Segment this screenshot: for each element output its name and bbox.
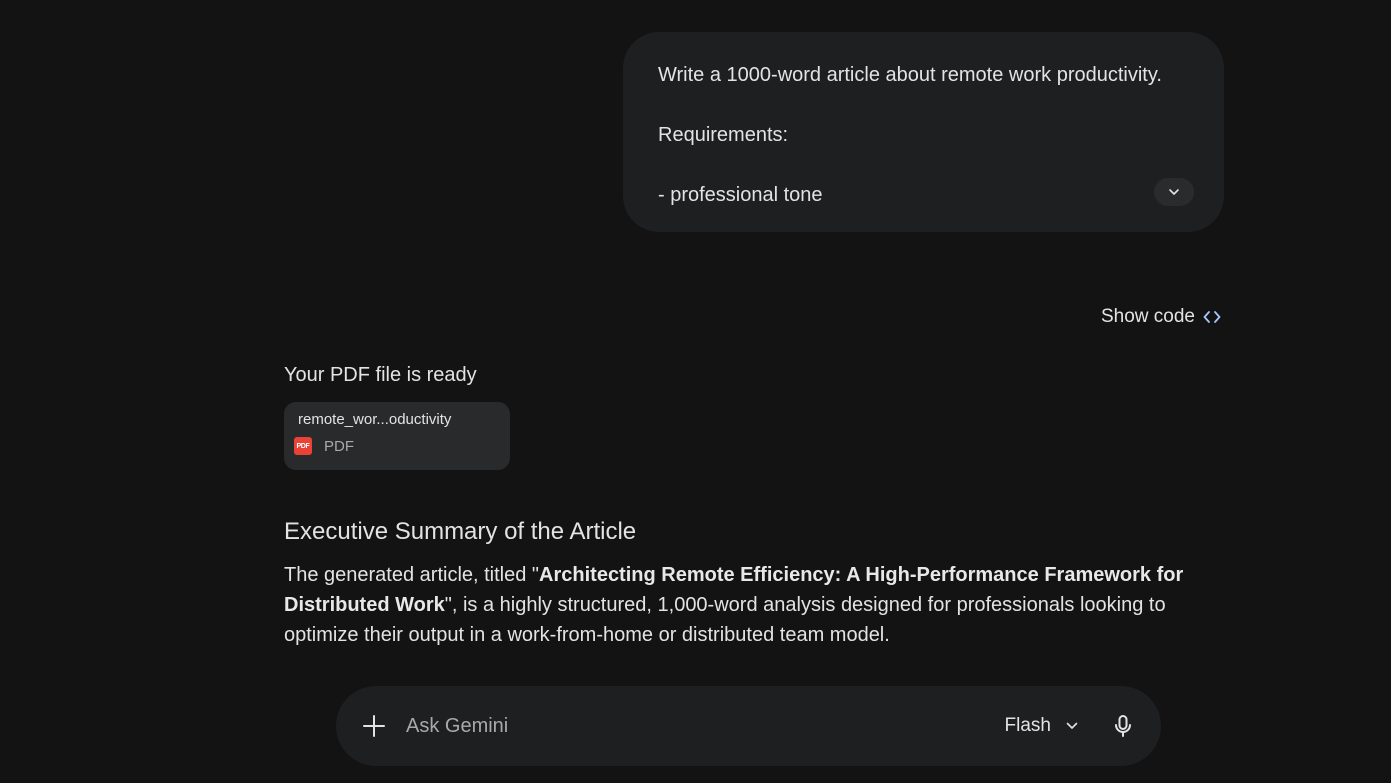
chevron-down-icon [1169,189,1179,195]
summary-paragraph: The generated article, titled "Architect… [284,560,1214,650]
show-code-button[interactable]: Show code [1101,305,1221,329]
pdf-file-icon: PDF [294,437,312,455]
summary-heading: Executive Summary of the Article [284,518,637,545]
add-attachment-button[interactable] [360,712,388,740]
microphone-icon [1115,715,1131,737]
file-type: PDF [324,437,354,455]
file-name: remote_wor...oductivity [298,411,452,428]
file-type-row: PDF PDF [294,437,496,455]
expand-prompt-button[interactable] [1154,178,1194,206]
plus-icon [363,715,385,737]
ask-gemini-input[interactable] [404,713,1005,739]
prompt-line-1: Write a 1000-word article about remote w… [658,64,1162,86]
show-code-label: Show code [1100,306,1195,327]
pdf-file-card[interactable]: remote_wor...oductivity PDF PDF [284,402,510,470]
chevron-down-icon [1066,722,1078,729]
user-prompt-bubble: Write a 1000-word article about remote w… [623,32,1224,232]
chat-page: Write a 1000-word article about remote w… [0,0,1391,783]
summary-text-before: The generated article, titled " [284,564,540,586]
pdf-ready-title: Your PDF file is ready [284,364,477,386]
prompt-input-bar: Flash [336,686,1161,766]
model-selector[interactable]: Flash [1005,715,1079,737]
model-label: Flash [1004,715,1051,736]
prompt-line-3: - professional tone [658,184,823,206]
prompt-line-2: Requirements: [658,124,789,146]
microphone-button[interactable] [1109,712,1137,740]
code-icon [1203,311,1221,323]
